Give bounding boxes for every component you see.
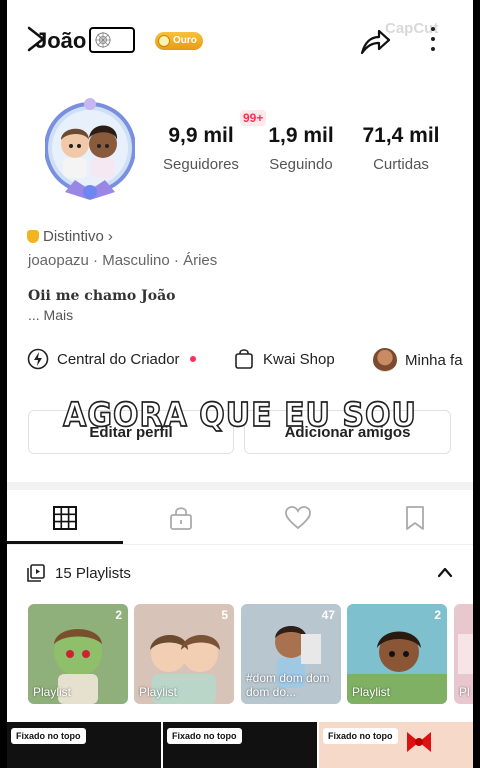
ouro-label: Ouro: [173, 35, 197, 46]
playlist-count: 2: [434, 608, 441, 622]
distintivo-label: Distintivo: [43, 228, 104, 245]
shopping-bag-icon: [235, 349, 253, 369]
playlist-caption: Playlist: [33, 685, 72, 699]
kwai-shop-link[interactable]: Kwai Shop: [233, 348, 335, 370]
badge-shield-icon: [27, 230, 39, 243]
playlist-count: 2: [115, 608, 122, 622]
followers-label: Seguidores: [163, 156, 239, 173]
playlist-card[interactable]: 2 Playlist: [28, 604, 128, 704]
web-badge-icon[interactable]: [89, 27, 135, 53]
family-avatar: [373, 348, 397, 372]
lightning-icon: [27, 348, 49, 370]
followers-stat[interactable]: 9,9 mil Seguidores: [151, 124, 251, 173]
avatar[interactable]: [45, 96, 135, 206]
playlists-header[interactable]: 15 Playlists: [27, 564, 131, 582]
creator-center-link[interactable]: Central do Criador: [27, 348, 196, 370]
playlist-caption: Playlist: [352, 685, 391, 699]
tab-saved[interactable]: [357, 505, 473, 535]
family-link[interactable]: Minha fa: [373, 348, 463, 372]
following-count: 1,9 mil: [268, 124, 334, 147]
playlist-caption: Playlist: [139, 685, 178, 699]
family-label: Minha fa: [405, 351, 463, 369]
playlist-caption: #dom dom dom dom do...: [246, 671, 330, 699]
playlist-card[interactable]: 2 Playlist: [347, 604, 447, 704]
section-divider: [7, 482, 473, 490]
lock-icon: [170, 507, 192, 530]
likes-stat[interactable]: 71,4 mil Curtidas: [351, 124, 451, 173]
chevron-up-icon[interactable]: [437, 566, 453, 578]
distintivo-link[interactable]: Distintivo ›: [27, 228, 113, 245]
more-bio-link[interactable]: ... Mais: [28, 307, 73, 323]
playlist-icon: [27, 564, 45, 582]
playlist-count: 5: [221, 608, 228, 622]
pinned-tag: Fixado no topo: [11, 728, 86, 744]
playlist-card[interactable]: Pl: [454, 604, 473, 704]
tab-grid[interactable]: [7, 505, 123, 535]
grid-icon: [53, 506, 77, 530]
tab-divider: [7, 544, 473, 545]
profile-meta: joaopazu · Masculino · Áries: [28, 252, 218, 269]
heart-icon: [285, 506, 311, 530]
playlist-caption: Pl: [459, 685, 470, 699]
playlist-count: 47: [321, 608, 335, 622]
playlist-card[interactable]: 5 Playlist: [134, 604, 234, 704]
profile-screen: João Ouro CapCut 99+ 9,9 mil Seguidores: [7, 0, 473, 768]
tab-liked[interactable]: [240, 505, 356, 535]
likes-label: Curtidas: [373, 156, 429, 173]
video-divider: [161, 722, 163, 768]
more-options-icon[interactable]: [427, 24, 439, 56]
likes-count: 71,4 mil: [362, 124, 440, 147]
coin-icon: [158, 35, 170, 47]
pinned-tag: Fixado no topo: [167, 728, 242, 744]
red-dot-indicator: [189, 356, 196, 362]
profile-bio: Oii me chamo João: [28, 288, 176, 304]
pinned-tag: Fixado no topo: [323, 728, 398, 744]
profile-name: João: [35, 28, 87, 53]
tab-private[interactable]: [123, 505, 239, 535]
share-icon[interactable]: [359, 24, 391, 56]
chevron-right-icon: ›: [107, 228, 113, 245]
kwai-shop-label: Kwai Shop: [263, 350, 335, 368]
playlists-count-label: 15 Playlists: [55, 564, 131, 582]
following-stat[interactable]: 1,9 mil Seguindo: [251, 124, 351, 173]
video-subtitle: AGORA QUE EU SOU: [62, 395, 417, 435]
followers-count: 9,9 mil: [168, 124, 234, 147]
ouro-badge[interactable]: Ouro: [155, 32, 203, 50]
following-label: Seguindo: [269, 156, 333, 173]
creator-center-label: Central do Criador: [57, 350, 180, 368]
bookmark-icon: [406, 506, 424, 530]
playlist-card[interactable]: 47 #dom dom dom dom do...: [241, 604, 341, 704]
